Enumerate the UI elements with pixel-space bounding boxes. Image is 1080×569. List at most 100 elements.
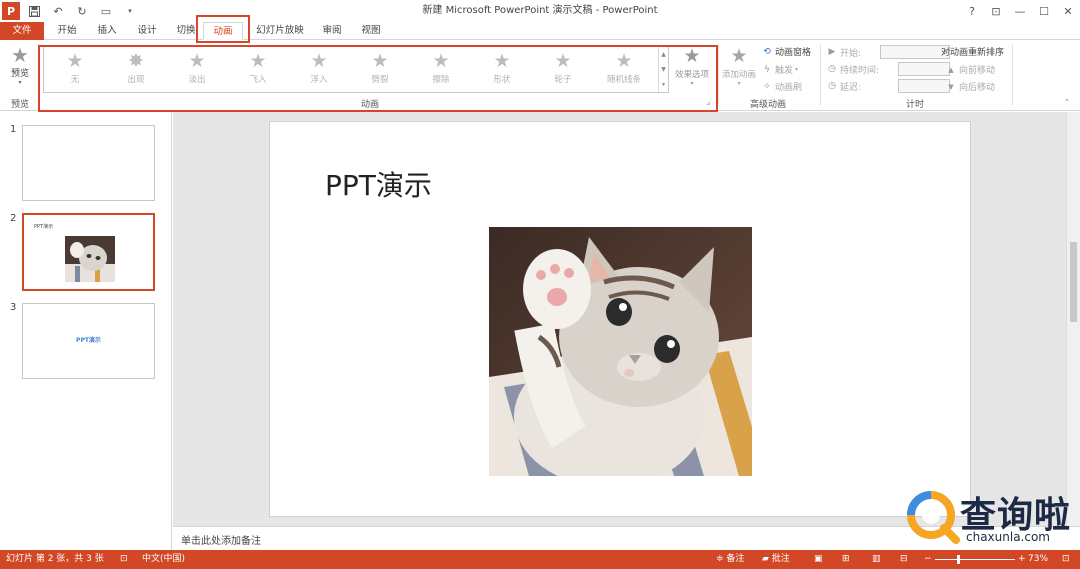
- preview-group-label: 预览: [10, 100, 29, 110]
- star-icon: ★: [493, 50, 511, 72]
- notes-placeholder: 单击此处添加备注: [181, 536, 261, 547]
- canvas-vertical-scrollbar[interactable]: [1066, 112, 1080, 526]
- chevron-down-icon: ▾: [795, 66, 799, 73]
- tab-review[interactable]: 审阅: [317, 22, 347, 40]
- star-icon: ★: [310, 50, 328, 72]
- slide-number: 1: [10, 124, 17, 135]
- animation-fade[interactable]: ★ 淡出: [169, 49, 225, 85]
- tab-slideshow[interactable]: 幻灯片放映: [252, 22, 308, 40]
- gallery-scrollbar[interactable]: ▲ ▼ ▾: [658, 47, 668, 92]
- redo-icon[interactable]: ↻: [72, 2, 92, 20]
- zoom-slider[interactable]: [935, 559, 1015, 560]
- tab-file[interactable]: 文件: [0, 22, 44, 40]
- quick-access-toolbar: P ↶ ↻ ▭ ▾: [0, 0, 140, 22]
- animation-shape[interactable]: ★ 形状: [474, 49, 530, 85]
- minimize-icon[interactable]: —: [1008, 0, 1032, 22]
- animation-pane-icon: ⟲: [763, 46, 771, 57]
- tab-design[interactable]: 设计: [132, 22, 162, 40]
- star-icon: ★: [188, 50, 206, 72]
- animation-fly-in[interactable]: ★ 飞入: [230, 49, 286, 85]
- collapse-ribbon-icon[interactable]: ⌃: [1064, 98, 1070, 106]
- current-slide[interactable]: PPT演示: [269, 121, 971, 517]
- comments-button[interactable]: ▰ 批注: [762, 550, 790, 569]
- animation-float-in[interactable]: ★ 浮入: [291, 49, 347, 85]
- start-control: ▶ 开始: ▾: [826, 45, 950, 59]
- help-icon[interactable]: ?: [960, 0, 984, 22]
- slide-thumbnail-2[interactable]: PPT演示: [22, 213, 155, 291]
- preview-button[interactable]: ★ 预览 ▾: [6, 44, 34, 86]
- animation-none[interactable]: ★ 无: [47, 49, 103, 85]
- animation-gallery: ★ 无 ✸ 出现 ★ 淡出 ★ 飞入 ★ 浮入 ★ 劈裂 ★ 擦除 ★ 形状 ★…: [43, 46, 669, 93]
- present-icon[interactable]: ▭: [96, 2, 116, 20]
- lightning-icon: ϟ: [764, 64, 770, 75]
- star-icon: ★: [683, 45, 701, 67]
- tab-animations[interactable]: 动画: [203, 22, 243, 40]
- normal-view-icon[interactable]: ▣: [814, 550, 823, 569]
- notes-button[interactable]: ≑ 备注: [716, 550, 744, 569]
- scroll-up-icon[interactable]: ▲: [659, 47, 668, 62]
- slide-info: 幻灯片 第 2 张，共 3 张: [6, 554, 104, 564]
- reading-view-icon[interactable]: ▥: [872, 550, 881, 569]
- divider: [1012, 44, 1013, 106]
- slide-number: 3: [10, 302, 17, 313]
- delay-input[interactable]: [898, 79, 950, 93]
- slide-sorter-icon[interactable]: ⊞: [842, 550, 850, 569]
- dialog-launcher-icon[interactable]: ⊿: [706, 100, 711, 107]
- divider: [820, 44, 821, 106]
- animation-split[interactable]: ★ 劈裂: [352, 49, 408, 85]
- tab-view[interactable]: 视图: [356, 22, 386, 40]
- burst-icon: ✸: [128, 50, 144, 72]
- effect-options-button[interactable]: ★ 效果选项 ▾: [671, 44, 713, 87]
- spellcheck-icon[interactable]: ⊡: [120, 550, 128, 569]
- animation-random-bars[interactable]: ★ 随机线条: [596, 49, 652, 85]
- add-animation-button[interactable]: ★ 添加动画 ▾: [720, 44, 758, 87]
- maximize-icon[interactable]: ☐: [1032, 0, 1056, 22]
- close-icon[interactable]: ✕: [1056, 0, 1080, 22]
- watermark-url: chaxunla.com: [966, 530, 1050, 544]
- chevron-down-icon: ▾: [737, 80, 741, 87]
- ribbon-tabs: 文件 开始 插入 设计 切换 动画 幻灯片放映 审阅 视图: [0, 22, 1080, 40]
- slide-title[interactable]: PPT演示: [325, 164, 432, 204]
- slide-thumbnail-3[interactable]: PPT演示: [22, 303, 155, 379]
- tab-insert[interactable]: 插入: [92, 22, 122, 40]
- animation-appear[interactable]: ✸ 出现: [108, 49, 164, 85]
- zoom-in-icon[interactable]: +: [1018, 550, 1026, 569]
- move-later-button[interactable]: ▼ 向后移动: [945, 80, 995, 94]
- customize-qat-icon[interactable]: ▾: [120, 2, 140, 20]
- undo-icon[interactable]: ↶: [48, 2, 68, 20]
- move-earlier-button[interactable]: ▲ 向前移动: [945, 63, 995, 77]
- tab-transitions[interactable]: 切换: [171, 22, 201, 40]
- chevron-down-icon: ▾: [690, 80, 694, 87]
- scroll-down-icon[interactable]: ▼: [659, 62, 668, 77]
- ribbon-display-icon[interactable]: ⊡: [984, 0, 1008, 22]
- animation-pane-button[interactable]: ⟲ 动画窗格: [761, 45, 811, 59]
- zoom-out-icon[interactable]: −: [924, 550, 932, 569]
- slide-thumbnail-1[interactable]: [22, 125, 155, 201]
- tab-home[interactable]: 开始: [52, 22, 82, 40]
- zoom-slider-handle[interactable]: [957, 555, 960, 564]
- triangle-down-icon: ▼: [948, 82, 954, 91]
- animation-group-label: 动画: [360, 100, 379, 110]
- fit-slide-icon[interactable]: ⊡: [1062, 550, 1070, 569]
- gallery-more-icon[interactable]: ▾: [659, 77, 668, 92]
- star-icon: ★: [371, 50, 389, 72]
- thumbnail-cat-image: [65, 236, 115, 282]
- trigger-button[interactable]: ϟ 触发 ▾: [761, 63, 799, 77]
- star-icon: ★: [432, 50, 450, 72]
- save-icon[interactable]: [24, 2, 44, 20]
- duration-input[interactable]: [898, 62, 950, 76]
- start-select[interactable]: ▾: [880, 45, 950, 59]
- star-icon: ★: [615, 50, 633, 72]
- slide-number: 2: [10, 213, 17, 224]
- duration-control: ◷ 持续时间:: [826, 62, 950, 76]
- slideshow-view-icon[interactable]: ⊟: [900, 550, 908, 569]
- title-bar: P ↶ ↻ ▭ ▾ 新建 Microsoft PowerPoint 演示文稿 -…: [0, 0, 1080, 22]
- zoom-level[interactable]: 73%: [1028, 550, 1048, 569]
- animation-wipe[interactable]: ★ 擦除: [413, 49, 469, 85]
- cat-picture[interactable]: [489, 227, 752, 476]
- animation-painter-button[interactable]: ✧ 动画刷: [761, 80, 802, 94]
- scrollbar-thumb[interactable]: [1070, 242, 1077, 322]
- language-indicator[interactable]: 中文(中国): [142, 550, 185, 569]
- slide-thumbnail-pane: 1 2 PPT演示 3 PPT演示: [0, 112, 172, 550]
- animation-wheel[interactable]: ★ 轮子: [535, 49, 591, 85]
